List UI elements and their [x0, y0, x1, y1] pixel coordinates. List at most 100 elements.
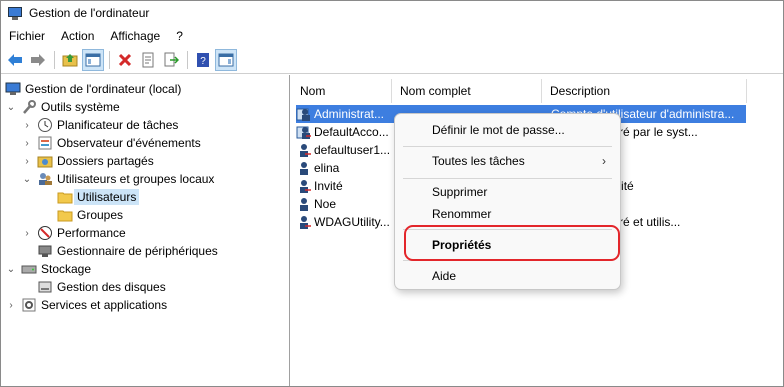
menu-item-help[interactable]: Aide	[395, 265, 620, 287]
column-label: Nom complet	[400, 84, 471, 98]
tree-label: Planificateur de tâches	[57, 118, 179, 132]
delete-icon[interactable]	[114, 49, 136, 71]
tree-label: Groupes	[77, 208, 124, 222]
chevron-right-icon: ›	[602, 154, 606, 168]
user-icon	[296, 142, 312, 158]
tree-item-groups[interactable]: Groupes	[57, 206, 123, 224]
tree-item-local-users-groups[interactable]: ⌄ Utilisateurs et groupes locaux	[21, 170, 215, 188]
tree-label: Stockage	[41, 262, 92, 276]
context-menu: Définir le mot de passe... Toutes les tâ…	[394, 113, 621, 290]
tree-label: Dossiers partagés	[57, 154, 154, 168]
services-icon	[21, 297, 37, 313]
export-icon[interactable]	[160, 49, 182, 71]
menu-item-delete[interactable]: Supprimer	[395, 181, 620, 203]
column-label: Nom	[300, 84, 326, 98]
menu-bar: Fichier Action Affichage ?	[1, 25, 783, 47]
tree-item-event-viewer[interactable]: › Observateur d'événements	[21, 134, 201, 152]
tree-item-users[interactable]: Utilisateurs	[57, 188, 140, 206]
user-icon	[296, 106, 312, 122]
folder-icon	[57, 207, 73, 223]
menu-item-label: Définir le mot de passe...	[432, 123, 565, 137]
help-icon[interactable]: ?	[192, 49, 214, 71]
tree-label: Gestionnaire de périphériques	[57, 244, 218, 258]
chevron-down-icon[interactable]: ⌄	[5, 263, 17, 275]
menu-affichage[interactable]: Affichage	[102, 25, 168, 47]
tree-label: Performance	[57, 226, 126, 240]
shared-folder-icon	[37, 153, 53, 169]
user-icon	[296, 196, 312, 212]
user-icon	[296, 160, 312, 176]
column-header-description[interactable]: Description	[542, 79, 747, 103]
menu-item-set-password[interactable]: Définir le mot de passe...	[395, 119, 620, 141]
tree-item-computer-management[interactable]: Gestion de l'ordinateur (local)	[5, 80, 181, 98]
tree-item-shared-folders[interactable]: › Dossiers partagés	[21, 152, 154, 170]
user-name: elina	[314, 161, 340, 175]
user-name: WDAGUtility...	[314, 215, 390, 229]
tree-label: Services et applications	[41, 298, 168, 312]
menu-item-label: Aide	[432, 269, 457, 283]
tree-label: Gestion de l'ordinateur (local)	[25, 82, 182, 96]
back-icon[interactable]	[4, 49, 26, 71]
chevron-right-icon[interactable]: ›	[21, 155, 33, 167]
title-bar: Gestion de l'ordinateur	[1, 1, 783, 25]
show-tree-icon[interactable]	[82, 49, 104, 71]
tools-icon	[21, 99, 37, 115]
tree-item-system-tools[interactable]: ⌄ Outils système	[5, 98, 120, 116]
computer-management-icon	[5, 81, 21, 97]
toolbar: ?	[1, 47, 783, 74]
up-folder-icon[interactable]	[59, 49, 81, 71]
computer-management-app-icon	[7, 5, 23, 21]
column-header-name[interactable]: Nom	[292, 79, 392, 103]
chevron-down-icon[interactable]: ⌄	[21, 173, 33, 185]
menu-separator	[403, 146, 612, 147]
folder-icon	[57, 189, 73, 205]
user-name: Administrat...	[314, 107, 385, 121]
user-name: defaultuser1...	[314, 143, 390, 157]
menu-help[interactable]: ?	[168, 25, 191, 47]
tree-label: Utilisateurs et groupes locaux	[57, 172, 215, 186]
menu-fichier[interactable]: Fichier	[1, 25, 53, 47]
performance-icon	[37, 225, 53, 241]
highlight-annotation	[404, 225, 620, 261]
menu-item-all-tasks[interactable]: Toutes les tâches ›	[395, 150, 620, 172]
tree-label: Utilisateurs	[74, 189, 140, 205]
tree-item-task-scheduler[interactable]: › Planificateur de tâches	[21, 116, 178, 134]
forward-icon[interactable]	[27, 49, 49, 71]
user-icon	[296, 178, 312, 194]
tree-item-storage[interactable]: ⌄ Stockage	[5, 260, 91, 278]
toolbar-separator	[54, 51, 55, 69]
users-groups-icon	[37, 171, 53, 187]
toolbar-separator	[187, 51, 188, 69]
chevron-right-icon[interactable]: ›	[21, 119, 33, 131]
menu-item-label: Supprimer	[432, 185, 488, 199]
user-name: Invité	[314, 179, 343, 193]
svg-text:?: ?	[200, 56, 206, 67]
chevron-down-icon[interactable]: ⌄	[5, 101, 17, 113]
action-pane-icon[interactable]	[215, 49, 237, 71]
user-name: DefaultAcco...	[314, 125, 389, 139]
device-manager-icon	[37, 243, 53, 259]
column-header-full-name[interactable]: Nom complet	[392, 79, 542, 103]
properties-icon[interactable]	[137, 49, 159, 71]
tree-item-disk-management[interactable]: Gestion des disques	[37, 278, 166, 296]
user-icon	[296, 214, 312, 230]
chevron-right-icon[interactable]: ›	[5, 299, 17, 311]
tree-label: Observateur d'événements	[57, 136, 201, 150]
storage-icon	[21, 261, 37, 277]
tree-item-device-manager[interactable]: Gestionnaire de périphériques	[37, 242, 218, 260]
tree-item-services-applications[interactable]: › Services et applications	[5, 296, 167, 314]
console-tree: Gestion de l'ordinateur (local) ⌄ Outils…	[1, 75, 290, 386]
menu-item-label: Toutes les tâches	[432, 154, 525, 168]
chevron-right-icon[interactable]: ›	[21, 137, 33, 149]
column-label: Description	[550, 84, 611, 98]
clock-icon	[37, 117, 53, 133]
menu-action[interactable]: Action	[53, 25, 102, 47]
user-name: Noe	[314, 197, 337, 211]
tree-item-performance[interactable]: › Performance	[21, 224, 126, 242]
menu-item-label: Renommer	[432, 207, 492, 221]
tree-label: Outils système	[41, 100, 120, 114]
chevron-right-icon[interactable]: ›	[21, 227, 33, 239]
user-icon	[296, 124, 312, 140]
window-title: Gestion de l'ordinateur	[29, 6, 150, 20]
menu-item-rename[interactable]: Renommer	[395, 203, 620, 225]
